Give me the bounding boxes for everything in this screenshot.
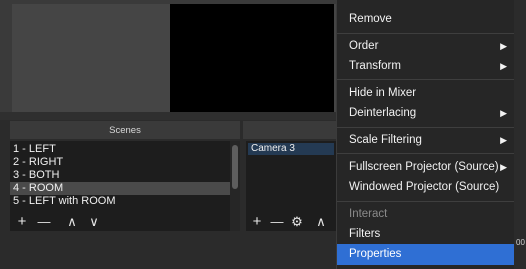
scenes-dock: Scenes 1 - LEFT 2 - RIGHT 3 - BOTH 4 - R… xyxy=(10,121,240,269)
scene-item[interactable]: 5 - LEFT with ROOM xyxy=(10,195,230,208)
menu-item-hide-in-mixer[interactable]: Hide in Mixer xyxy=(337,83,515,103)
menu-item-filters[interactable]: Filters xyxy=(337,224,515,244)
source-item-selected[interactable]: Camera 3 xyxy=(248,143,334,155)
scene-item[interactable]: 3 - BOTH xyxy=(10,169,230,182)
menu-item-label: Fullscreen Projector (Source) xyxy=(349,161,499,173)
menu-separator xyxy=(337,33,515,34)
menu-item-scale-filtering[interactable]: Scale Filtering ▶ xyxy=(337,130,515,150)
menu-item-label: Remove xyxy=(349,13,392,25)
scenes-dock-title[interactable]: Scenes xyxy=(10,121,240,139)
scene-item[interactable]: 1 - LEFT xyxy=(10,143,230,156)
menu-item-label: Interact xyxy=(349,208,388,220)
menu-item-label: Deinterlacing xyxy=(349,107,417,119)
menu-item-interact: Interact xyxy=(337,204,515,224)
menu-item-label: Scale Filtering xyxy=(349,134,422,146)
sources-toolbar: + — ⚙ ∧ xyxy=(243,213,336,233)
sources-dock: Camera 3 + — ⚙ ∧ xyxy=(243,121,336,269)
menu-item-order[interactable]: Order ▶ xyxy=(337,36,515,56)
menu-separator xyxy=(337,127,515,128)
scenes-scroll-thumb[interactable] xyxy=(232,145,238,189)
scene-item[interactable]: 2 - RIGHT xyxy=(10,156,230,169)
menu-item-properties[interactable]: Properties xyxy=(337,244,515,265)
context-menu: Remove Order ▶ Transform ▶ Hide in Mixer… xyxy=(336,0,515,269)
menu-item-windowed-projector[interactable]: Windowed Projector (Source) xyxy=(337,177,515,197)
preview-left-pane xyxy=(12,4,170,112)
menu-item-label: Properties xyxy=(349,248,402,260)
chevron-right-icon: ▶ xyxy=(500,135,507,145)
chevron-right-icon: ▶ xyxy=(500,61,507,71)
sources-dock-title[interactable] xyxy=(243,121,336,139)
add-source-button[interactable]: + xyxy=(249,213,265,231)
menu-item-label: Windowed Projector (Source) xyxy=(349,181,500,193)
scenes-toolbar: + — ∧ ∨ xyxy=(10,213,240,233)
menu-item-label: Hide in Mixer xyxy=(349,87,417,99)
remove-scene-button[interactable]: — xyxy=(36,213,52,231)
menu-item-transform[interactable]: Transform ▶ xyxy=(337,56,515,76)
scene-item-selected[interactable]: 4 - ROOM xyxy=(10,182,230,195)
menu-separator xyxy=(337,79,515,80)
move-source-up-button[interactable]: ∧ xyxy=(313,213,329,231)
gear-icon[interactable]: ⚙ xyxy=(289,213,305,231)
menu-separator xyxy=(337,153,515,154)
chevron-right-icon: ▶ xyxy=(500,108,507,118)
chevron-right-icon: ▶ xyxy=(500,41,507,51)
menu-item-label: Transform xyxy=(349,60,401,72)
menu-separator xyxy=(337,201,515,202)
background-panel-edge xyxy=(514,0,526,269)
add-scene-button[interactable]: + xyxy=(14,213,30,231)
chevron-right-icon: ▶ xyxy=(500,162,507,172)
remove-source-button[interactable]: — xyxy=(269,213,285,231)
edge-text: 00 xyxy=(516,238,525,247)
menu-item-deinterlacing[interactable]: Deinterlacing ▶ xyxy=(337,103,515,123)
preview-canvas[interactable] xyxy=(170,4,334,112)
move-scene-up-button[interactable]: ∧ xyxy=(64,213,80,231)
menu-item-label: Filters xyxy=(349,228,381,240)
move-scene-down-button[interactable]: ∨ xyxy=(86,213,102,231)
menu-item-fullscreen-projector[interactable]: Fullscreen Projector (Source) ▶ xyxy=(337,157,515,177)
menu-item-remove[interactable]: Remove xyxy=(337,9,515,29)
menu-item-label: Order xyxy=(349,40,379,52)
